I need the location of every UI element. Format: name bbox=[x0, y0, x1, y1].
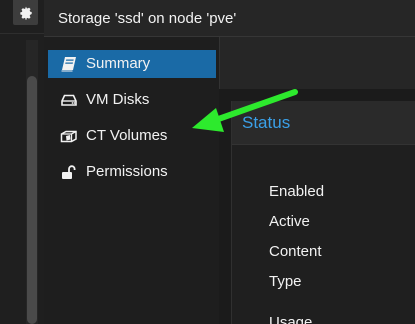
settings-button[interactable] bbox=[13, 0, 38, 25]
left-strip bbox=[0, 0, 44, 324]
nav-item-ct-volumes[interactable]: CT Volumes bbox=[48, 122, 216, 150]
unlock-icon bbox=[60, 164, 78, 180]
content-area: Status Enabled Active Content Type Usage bbox=[219, 37, 415, 324]
status-row-label: Type bbox=[269, 273, 302, 290]
book-icon bbox=[60, 56, 78, 72]
status-row-label: Active bbox=[269, 213, 310, 230]
status-row-label: Content bbox=[269, 243, 322, 260]
content-toolbar bbox=[219, 37, 415, 89]
status-row-label: Enabled bbox=[269, 183, 325, 200]
status-panel-title: Status bbox=[242, 113, 291, 132]
nav-item-label: CT Volumes bbox=[86, 127, 168, 144]
strip-divider bbox=[0, 33, 44, 34]
cube-icon bbox=[60, 128, 78, 144]
nav-item-label: VM Disks bbox=[86, 91, 150, 108]
nav-item-label: Summary bbox=[86, 55, 151, 72]
storage-nav: Summary VM Disks CT Volumes Permissions bbox=[44, 37, 219, 324]
page-header: Storage 'ssd' on node 'pve' bbox=[44, 0, 415, 37]
status-row-label: Usage bbox=[269, 314, 313, 324]
nav-item-vm-disks[interactable]: VM Disks bbox=[48, 86, 216, 114]
gear-icon bbox=[19, 6, 32, 20]
nav-item-summary[interactable]: Summary bbox=[48, 50, 216, 78]
nav-item-permissions[interactable]: Permissions bbox=[48, 158, 216, 186]
status-panel: Status Enabled Active Content Type Usage bbox=[231, 101, 415, 324]
scrollbar-thumb[interactable] bbox=[27, 76, 37, 324]
nav-item-label: Permissions bbox=[86, 163, 168, 180]
hdd-icon bbox=[60, 92, 78, 108]
status-panel-header: Status bbox=[232, 101, 415, 145]
page-title: Storage 'ssd' on node 'pve' bbox=[58, 10, 237, 27]
